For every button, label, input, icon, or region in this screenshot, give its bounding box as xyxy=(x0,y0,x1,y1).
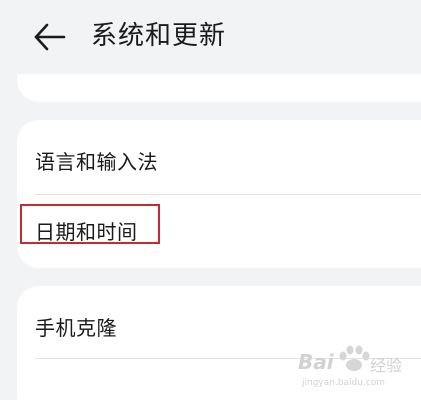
paw-logo-icon xyxy=(339,345,370,371)
page-title: 系统和更新 xyxy=(91,21,227,51)
back-button[interactable] xyxy=(30,20,70,54)
settings-group-language-datetime: 语言和输入法 日期和时间 xyxy=(17,120,421,268)
settings-item-label: 手机克隆 xyxy=(35,316,117,340)
arrow-left-icon xyxy=(34,23,66,51)
watermark-brand-suffix: 经验 xyxy=(370,356,403,375)
header-bar: 系统和更新 xyxy=(0,0,421,74)
settings-screen: 系统和更新 语言和输入法 日期和时间 手机克隆 Bai 经验 jingyan.b… xyxy=(0,0,421,400)
watermark-brand: Bai xyxy=(298,350,334,374)
highlight-box xyxy=(20,204,160,244)
divider xyxy=(35,194,421,195)
watermark-url: jingyan.baidu.com xyxy=(302,378,386,388)
settings-item-label: 语言和输入法 xyxy=(35,150,158,174)
settings-item-language-input[interactable]: 语言和输入法 xyxy=(17,120,421,192)
watermark: Bai 经验 jingyan.baidu.com xyxy=(298,344,408,394)
